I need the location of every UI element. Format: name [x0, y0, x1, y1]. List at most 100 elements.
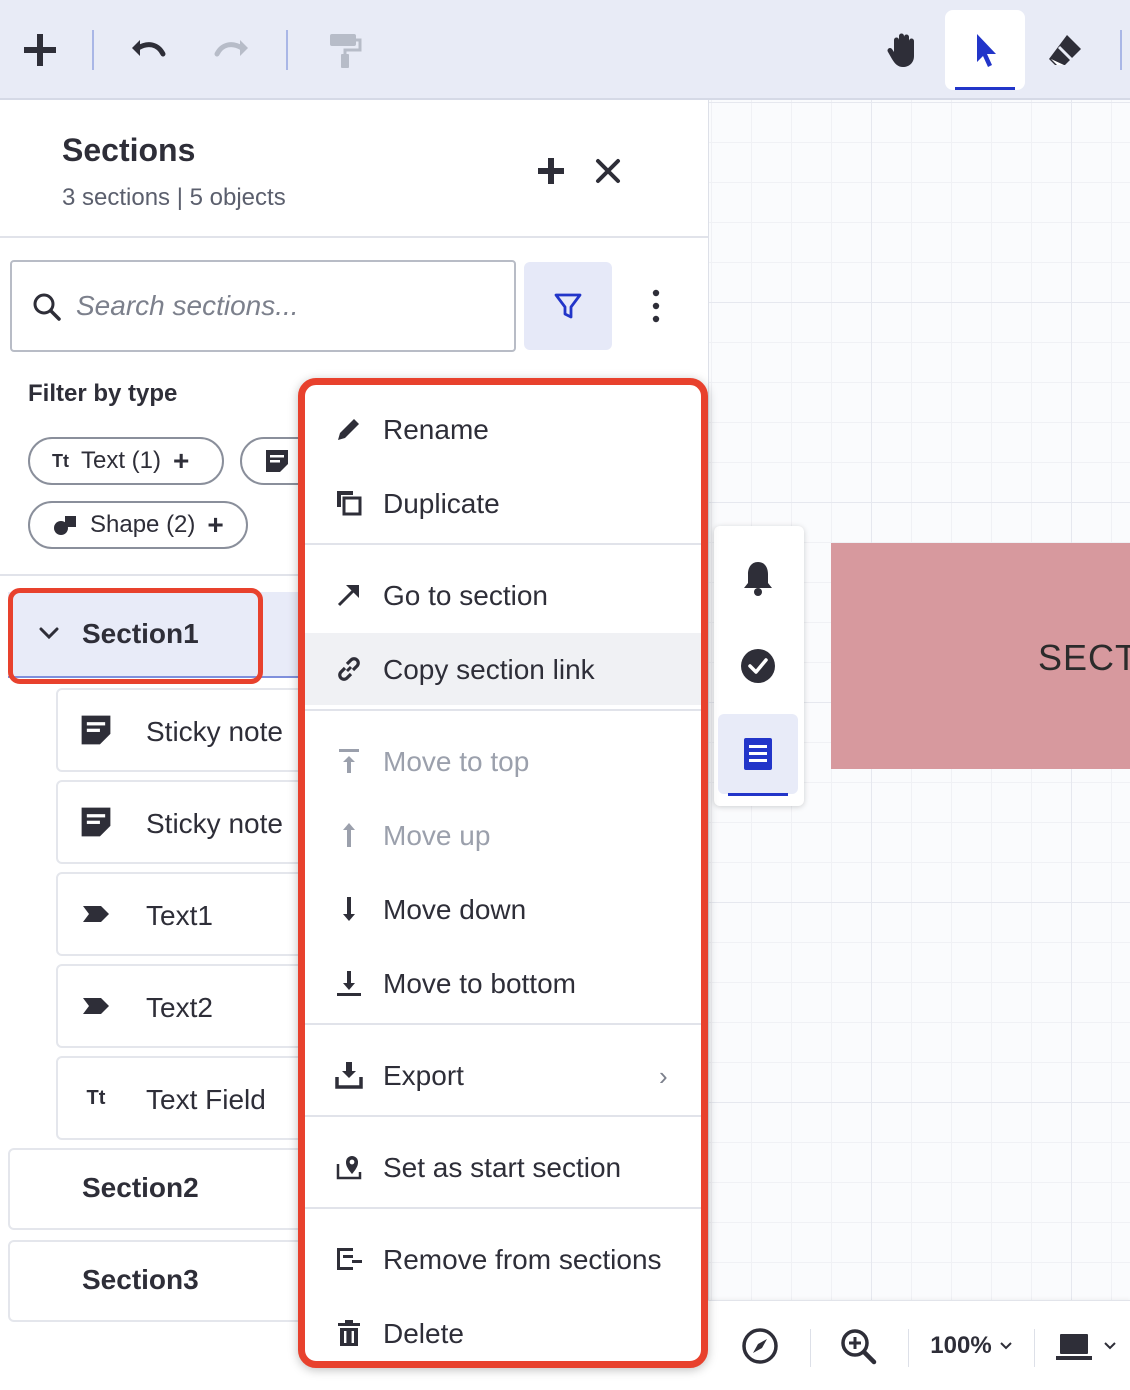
object-label: Text Field [146, 1084, 266, 1115]
add-section-icon[interactable] [531, 151, 571, 191]
text-tt-icon: Tt [86, 1086, 106, 1109]
menu-item-set-as-start-section[interactable]: Set as start section [305, 1131, 701, 1203]
menu-item-copy-section-link[interactable]: Copy section link [305, 633, 701, 705]
close-icon[interactable] [588, 151, 628, 191]
search-field[interactable] [10, 260, 516, 352]
canvas-side-toolbar [714, 526, 804, 806]
top-toolbar [0, 0, 1130, 100]
compass-icon[interactable] [732, 1301, 788, 1390]
section-context-menu: Rename Duplicate Go to section Copy sect… [298, 378, 708, 1368]
download-icon [333, 1059, 365, 1091]
panel-subtitle: 3 sections | 5 objects [62, 184, 286, 211]
format-painter-icon[interactable] [304, 10, 384, 90]
filter-button[interactable] [524, 262, 612, 350]
device-view-dropdown[interactable] [1048, 1301, 1124, 1390]
menu-item-label: Move down [383, 894, 527, 925]
laptop-icon [1056, 1334, 1092, 1360]
check-circle-icon[interactable] [718, 626, 798, 706]
zoom-level-dropdown[interactable]: 100% [922, 1301, 1022, 1390]
shape-icon [54, 516, 76, 535]
undo-icon[interactable] [108, 10, 188, 90]
menu-divider [305, 1023, 701, 1025]
menu-divider [305, 1207, 701, 1209]
move-to-top-icon [333, 745, 365, 777]
menu-item-label: Move to top [383, 746, 530, 777]
add-icon: + [173, 445, 190, 476]
canvas-section-shape[interactable]: SECTI [831, 543, 1130, 769]
move-to-bottom-icon [333, 967, 365, 999]
eraser-icon[interactable] [1025, 10, 1105, 90]
panel-header-divider [0, 236, 708, 238]
chevron-down-icon[interactable] [36, 620, 62, 646]
object-label: Text1 [146, 900, 213, 931]
search-icon [33, 293, 61, 321]
chevron-right-icon: › [659, 1061, 668, 1091]
toolbar-divider [1120, 30, 1122, 70]
hand-pan-icon[interactable] [864, 10, 944, 90]
more-options-icon[interactable] [634, 284, 678, 328]
remove-section-icon [333, 1243, 365, 1275]
redo-icon[interactable] [192, 10, 272, 90]
menu-item-move-to-top[interactable]: Move to top [305, 725, 701, 797]
menu-divider [305, 709, 701, 711]
menu-item-label: Export [383, 1060, 464, 1091]
menu-item-move-down[interactable]: Move down [305, 873, 701, 945]
arrow-up-right-icon [333, 579, 365, 611]
bottom-bar-divider [908, 1329, 909, 1367]
add-icon: + [207, 509, 224, 540]
menu-item-label: Rename [383, 414, 489, 445]
section-label: Section3 [82, 1264, 199, 1295]
menu-item-duplicate[interactable]: Duplicate [305, 467, 701, 539]
bell-icon[interactable] [718, 538, 798, 618]
search-input[interactable] [76, 282, 496, 330]
text-tag-icon [78, 988, 114, 1024]
trash-icon [333, 1317, 365, 1349]
add-icon[interactable] [0, 10, 80, 90]
object-label: Sticky note [146, 808, 283, 839]
menu-divider [305, 543, 701, 545]
menu-item-label: Remove from sections [383, 1244, 662, 1275]
toolbar-divider [286, 30, 288, 70]
canvas-section-label: SECTI [1038, 637, 1130, 678]
chevron-down-icon [1104, 1342, 1116, 1350]
menu-item-move-up[interactable]: Move up [305, 799, 701, 871]
menu-item-label: Go to section [383, 580, 548, 611]
pencil-icon [333, 413, 365, 445]
text-tag-icon [78, 896, 114, 932]
section-label: Section2 [82, 1172, 199, 1203]
sticky-note-icon [78, 712, 114, 748]
sections-list-icon[interactable] [718, 714, 798, 796]
menu-item-remove-from-sections[interactable]: Remove from sections [305, 1223, 701, 1295]
menu-item-go-to-section[interactable]: Go to section [305, 559, 701, 631]
select-pointer-icon[interactable] [945, 10, 1025, 90]
menu-item-export[interactable]: Export › [305, 1039, 701, 1111]
menu-item-label: Move to bottom [383, 968, 576, 999]
menu-item-rename[interactable]: Rename [305, 393, 701, 465]
zoom-in-icon[interactable] [830, 1301, 886, 1390]
bottom-bar-divider [1034, 1329, 1035, 1367]
duplicate-icon [333, 487, 365, 519]
link-icon [333, 653, 365, 685]
sticky-note-icon [78, 804, 114, 840]
filter-funnel-icon [554, 293, 582, 319]
zoom-level-label: 100% [930, 1332, 992, 1359]
canvas-bottom-bar: 100% [708, 1300, 1130, 1390]
chip-label: Text (1) [81, 447, 162, 474]
map-pin-icon [333, 1151, 365, 1183]
text-tt-icon: Tt [52, 450, 69, 471]
menu-item-label: Set as start section [383, 1152, 622, 1183]
menu-item-label: Duplicate [383, 488, 500, 519]
menu-item-label: Copy section link [383, 654, 595, 685]
menu-item-move-to-bottom[interactable]: Move to bottom [305, 947, 701, 1019]
chip-label: Shape (2) [90, 511, 196, 538]
section-label: Section1 [82, 618, 199, 649]
object-label: Sticky note [146, 716, 283, 747]
filter-chip-text[interactable]: Tt Text (1) + [28, 437, 224, 485]
menu-item-label: Delete [383, 1318, 464, 1349]
arrow-down-icon [333, 893, 365, 925]
menu-item-delete[interactable]: Delete [305, 1297, 701, 1361]
chevron-down-icon [999, 1342, 1012, 1350]
filter-chip-shape[interactable]: Shape (2) + [28, 501, 248, 549]
object-label: Text2 [146, 992, 213, 1023]
sticky-note-icon [266, 450, 288, 472]
